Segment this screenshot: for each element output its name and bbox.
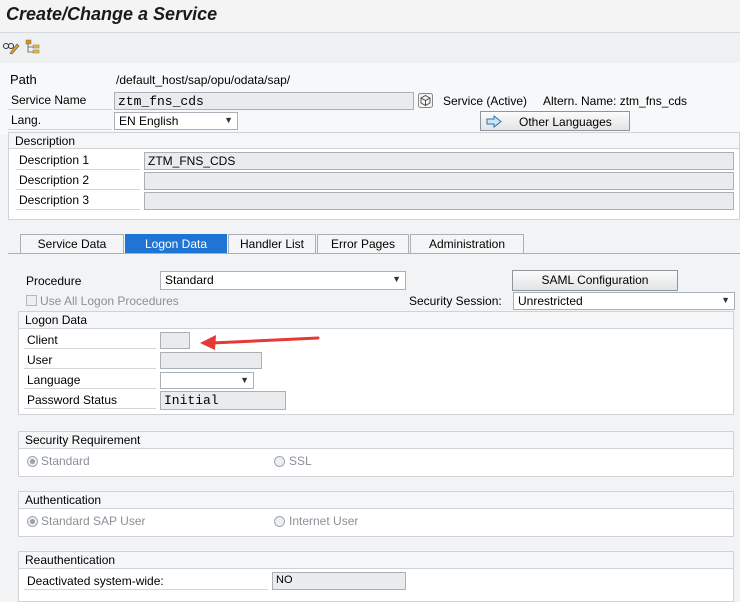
reauthentication-header: Reauthentication: [19, 552, 733, 569]
display-change-icon[interactable]: [2, 38, 20, 56]
lang-select[interactable]: EN English ▼: [114, 112, 238, 130]
chevron-down-icon: ▼: [224, 115, 233, 125]
security-standard-label: Standard: [41, 454, 90, 468]
user-label: User: [24, 352, 156, 369]
tab-administration[interactable]: Administration: [410, 234, 524, 254]
other-languages-button[interactable]: Other Languages: [480, 111, 630, 131]
toolbar: [0, 32, 740, 64]
service-name-field[interactable]: ztm_fns_cds: [114, 92, 414, 110]
lang-select-value: EN English: [119, 114, 179, 128]
authentication-header: Authentication: [19, 492, 733, 509]
procedure-select-value: Standard: [165, 273, 214, 287]
description-header: Description: [9, 133, 739, 149]
tab-service-data[interactable]: Service Data: [20, 234, 124, 254]
service-name-label: Service Name: [8, 92, 112, 110]
description-1-field[interactable]: ZTM_FNS_CDS: [144, 152, 734, 170]
security-session-select[interactable]: Unrestricted ▼: [513, 292, 735, 310]
deactivated-field: NO: [272, 572, 406, 590]
use-all-logon-checkbox[interactable]: [26, 295, 37, 306]
security-ssl-radio[interactable]: [274, 456, 285, 467]
password-status-field: Initial: [160, 391, 286, 410]
path-label: Path: [10, 72, 37, 87]
chevron-down-icon: ▼: [240, 375, 249, 385]
other-languages-label: Other Languages: [519, 115, 612, 129]
password-status-label: Password Status: [24, 392, 156, 409]
title-bar: Create/Change a Service: [0, 0, 740, 32]
annotation-arrow-icon: [200, 335, 320, 350]
language-label: Language: [24, 372, 156, 389]
hierarchy-icon[interactable]: [24, 38, 42, 56]
security-requirement-header: Security Requirement: [19, 432, 733, 449]
deactivated-label: Deactivated system-wide:: [24, 573, 268, 590]
description-3-field[interactable]: [144, 192, 734, 210]
altern-name: Altern. Name: ztm_fns_cds: [543, 94, 688, 108]
description-1-label: Description 1: [16, 152, 140, 170]
auth-internet-user-label: Internet User: [289, 514, 359, 528]
use-all-logon-label: Use All Logon Procedures: [40, 294, 179, 308]
auth-internet-user-radio[interactable]: [274, 516, 285, 527]
auth-standard-user-radio[interactable]: [27, 516, 38, 527]
security-session-value: Unrestricted: [518, 294, 583, 308]
chevron-down-icon: ▼: [721, 295, 730, 305]
lang-label: Lang.: [8, 112, 112, 130]
description-2-label: Description 2: [16, 172, 140, 190]
security-ssl-label: SSL: [289, 454, 312, 468]
language-select[interactable]: ▼: [160, 372, 254, 389]
page-title: Create/Change a Service: [6, 4, 218, 24]
procedure-select[interactable]: Standard ▼: [160, 271, 406, 290]
procedure-label: Procedure: [26, 274, 82, 288]
user-field[interactable]: [160, 352, 262, 369]
auth-standard-user-label: Standard SAP User: [41, 514, 146, 528]
service-status: Service (Active): [443, 94, 528, 108]
arrow-right-icon: [486, 115, 502, 128]
tab-logon-data[interactable]: Logon Data: [125, 234, 227, 254]
client-field[interactable]: [160, 332, 190, 349]
logon-data-header: Logon Data: [19, 312, 733, 329]
security-requirement-group: Security Requirement: [18, 431, 734, 477]
cube-icon[interactable]: [418, 93, 433, 108]
security-standard-radio[interactable]: [27, 456, 38, 467]
client-label: Client: [24, 332, 156, 349]
tab-error-pages[interactable]: Error Pages: [317, 234, 409, 254]
description-3-label: Description 3: [16, 192, 140, 210]
security-session-label: Security Session:: [409, 294, 502, 308]
saml-configuration-button[interactable]: SAML Configuration: [512, 270, 678, 291]
tab-handler-list[interactable]: Handler List: [228, 234, 316, 254]
path-value: /default_host/sap/opu/odata/sap/: [116, 73, 291, 87]
description-2-field[interactable]: [144, 172, 734, 190]
chevron-down-icon: ▼: [392, 274, 401, 284]
tab-strip-divider: [8, 253, 740, 254]
